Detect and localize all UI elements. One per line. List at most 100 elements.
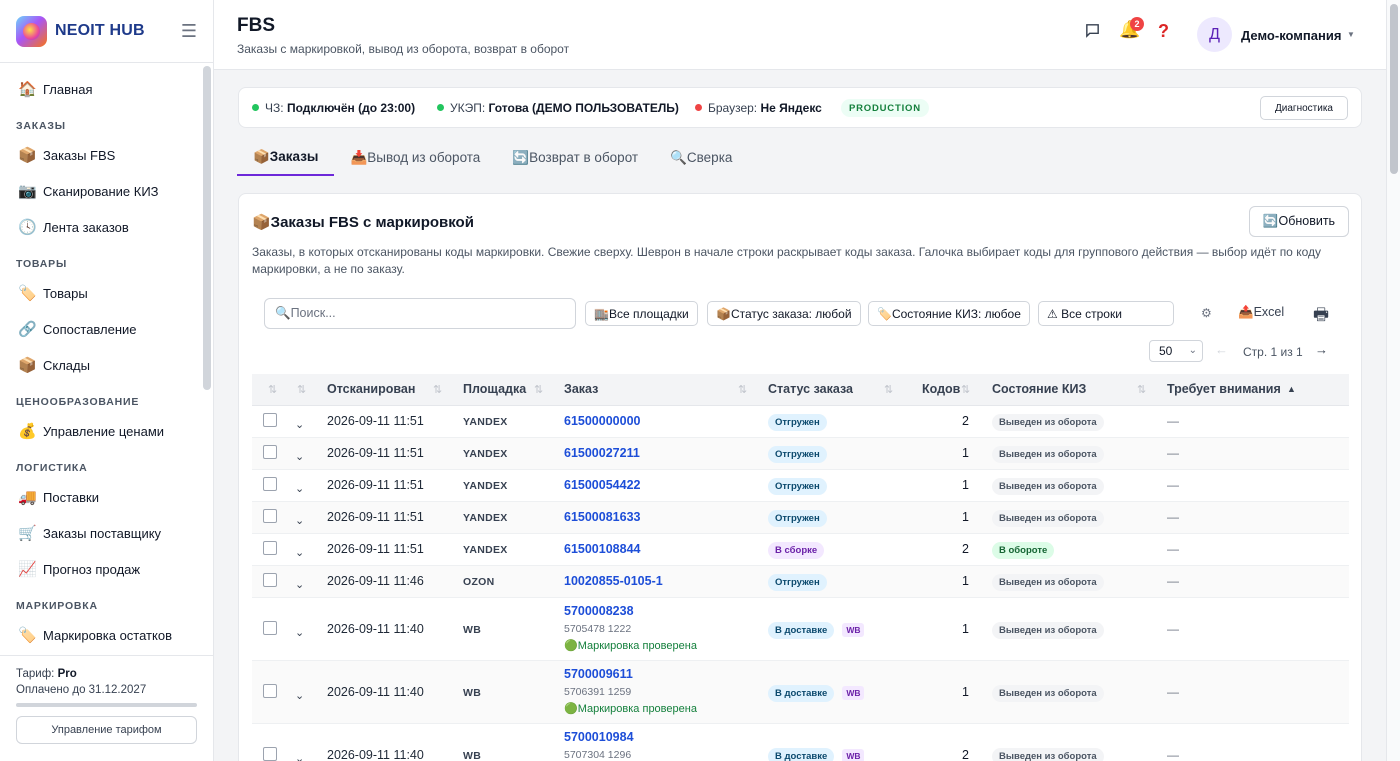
sidebar-item[interactable]: 📦 Склады: [0, 347, 200, 383]
sort-icon[interactable]: ⇅: [297, 383, 306, 396]
order-status: В сборке: [768, 541, 825, 559]
kiz-badge: В обороте: [992, 542, 1055, 559]
table-row[interactable]: ⌄ 2026-09-11 11:46 OZON 10020855-0105-1 Отгр…: [252, 566, 1349, 598]
sort-icon[interactable]: ⇅: [268, 383, 277, 396]
sort-icon[interactable]: ⇅: [1137, 383, 1146, 396]
sidebar-scrollbar[interactable]: [203, 66, 211, 390]
col-attention[interactable]: Требует внимания: [1167, 382, 1281, 396]
col-scanned[interactable]: Отсканирован: [327, 382, 415, 396]
tab[interactable]: 🔍Сверка: [654, 140, 748, 176]
sort-icon[interactable]: ⇅: [433, 383, 442, 396]
chevron-down-icon[interactable]: ⌄: [295, 546, 304, 559]
sidebar-item[interactable]: 🏷️ Маркировка остатков: [0, 617, 200, 653]
row-checkbox[interactable]: [263, 621, 277, 635]
chevron-down-icon[interactable]: ⌄: [295, 450, 304, 463]
next-page-icon[interactable]: →: [1315, 342, 1328, 357]
platform-tag: WB: [842, 686, 865, 700]
tab[interactable]: 📦Заказы: [237, 140, 335, 176]
page-scrollbar-thumb[interactable]: [1390, 4, 1398, 174]
row-checkbox[interactable]: [263, 541, 277, 555]
table-row[interactable]: ⌄ 2026-09-11 11:40 WB 5700008238 5705478 122…: [252, 598, 1349, 661]
brand: NEOIT HUB ☰: [0, 0, 213, 63]
col-kiz-state[interactable]: Состояние КИЗ: [992, 382, 1086, 396]
refresh-button[interactable]: 🔄Обновить: [1249, 206, 1349, 237]
chevron-down-icon[interactable]: ⌄: [295, 626, 304, 639]
order-link[interactable]: 61500108844: [564, 542, 640, 556]
order-link[interactable]: 10020855-0105-1: [564, 574, 663, 588]
sidebar-item[interactable]: 🚚 Поставки: [0, 479, 200, 515]
col-platform[interactable]: Площадка: [463, 382, 526, 396]
col-order[interactable]: Заказ: [564, 382, 598, 396]
tab[interactable]: 🔄Возврат в оборот: [496, 140, 654, 176]
col-order-status[interactable]: Статус заказа: [768, 382, 853, 396]
platform-filter[interactable]: 🏬Все площадки: [585, 301, 698, 326]
order-link[interactable]: 5700008238: [564, 604, 634, 618]
sort-icon[interactable]: ⇅: [961, 383, 970, 396]
order-link[interactable]: 61500027211: [564, 446, 640, 460]
chevron-down-icon[interactable]: ⌄: [295, 514, 304, 527]
sidebar-item[interactable]: 📈 Прогноз продаж: [0, 551, 200, 587]
manage-tariff-button[interactable]: Управление тарифом: [16, 716, 197, 744]
sidebar-item[interactable]: 🏷️ Товары: [0, 275, 200, 311]
excel-export-button[interactable]: 📤Excel: [1238, 305, 1284, 320]
sidebar-item[interactable]: 🛒 Заказы поставщику: [0, 515, 200, 551]
row-checkbox[interactable]: [263, 413, 277, 427]
help-icon[interactable]: ?: [1158, 21, 1169, 42]
row-checkbox[interactable]: [263, 477, 277, 491]
table-row[interactable]: ⌄ 2026-09-11 11:51 YANDEX 61500108844 В сбор…: [252, 534, 1349, 566]
chevron-down-icon[interactable]: ⌄: [295, 482, 304, 495]
rows-filter[interactable]: ⚠ Все строки: [1038, 301, 1174, 326]
table-row[interactable]: ⌄ 2026-09-11 11:40 WB 5700009611 5706391 125…: [252, 661, 1349, 724]
order-status-filter[interactable]: 📦Статус заказа: любой: [707, 301, 861, 326]
tab[interactable]: 📥Вывод из оборота: [334, 140, 496, 176]
sort-icon[interactable]: ⇅: [534, 383, 543, 396]
chevron-down-icon[interactable]: ⌄: [295, 578, 304, 591]
row-checkbox[interactable]: [263, 445, 277, 459]
order-link[interactable]: 61500081633: [564, 510, 640, 524]
kiz-state-filter[interactable]: 🏷️Состояние КИЗ: любое: [868, 301, 1030, 326]
sidebar-item[interactable]: 🏠 Главная: [0, 71, 200, 107]
table-row[interactable]: ⌄ 2026-09-11 11:51 YANDEX 61500054422 Отгруж…: [252, 470, 1349, 502]
diagnostics-button[interactable]: Диагностика: [1260, 96, 1348, 120]
avatar[interactable]: Д: [1197, 17, 1232, 52]
table-row[interactable]: ⌄ 2026-09-11 11:40 WB 5700010984 5707304 129…: [252, 724, 1349, 761]
sidebar-item[interactable]: 🔗 Сопоставление: [0, 311, 200, 347]
chevron-down-icon: ⌄: [1188, 345, 1197, 356]
row-checkbox[interactable]: [263, 509, 277, 523]
menu-toggle-icon[interactable]: ☰: [181, 21, 197, 42]
search-input[interactable]: 🔍Поиск...: [264, 298, 576, 329]
sidebar-item[interactable]: 💰 Управление ценами: [0, 413, 200, 449]
row-checkbox[interactable]: [263, 573, 277, 587]
chevron-down-icon[interactable]: ⌄: [295, 752, 304, 761]
row-checkbox[interactable]: [263, 747, 277, 761]
gear-icon[interactable]: ⚙: [1201, 306, 1212, 320]
order-link[interactable]: 5700009611: [564, 667, 633, 681]
printer-icon[interactable]: 🖶: [1313, 302, 1329, 331]
sidebar-item[interactable]: 📦 Заказы FBS: [0, 137, 200, 173]
prev-page-icon[interactable]: ←: [1215, 342, 1228, 357]
page-scrollbar[interactable]: [1386, 0, 1400, 761]
company-name[interactable]: Демо-компания: [1241, 28, 1341, 43]
page-size-select[interactable]: 50 ⌄: [1149, 340, 1203, 362]
order-link[interactable]: 61500054422: [564, 478, 640, 492]
sidebar-item[interactable]: 📷 Сканирование КИЗ: [0, 173, 200, 209]
col-codes[interactable]: Кодов: [922, 382, 960, 396]
table-row[interactable]: ⌄ 2026-09-11 11:51 YANDEX 61500027211 Отгруж…: [252, 438, 1349, 470]
order-link[interactable]: 61500000000: [564, 414, 640, 428]
row-checkbox[interactable]: [263, 684, 277, 698]
sidebar-item[interactable]: 🕓 Лента заказов: [0, 209, 200, 245]
chevron-down-icon[interactable]: ⌄: [295, 689, 304, 702]
order-status: Отгружен: [768, 573, 827, 591]
table-row[interactable]: ⌄ 2026-09-11 11:51 YANDEX 61500081633 Отгруж…: [252, 502, 1349, 534]
page-header: FBS Заказы с маркировкой, вывод из оборо…: [214, 0, 1386, 70]
sort-icon[interactable]: ⇅: [738, 383, 747, 396]
chevron-down-icon[interactable]: ▼: [1347, 30, 1355, 39]
chat-icon[interactable]: [1084, 22, 1101, 44]
platform: YANDEX: [463, 480, 508, 492]
table-row[interactable]: ⌄ 2026-09-11 11:51 YANDEX 61500000000 Отгруж…: [252, 406, 1349, 438]
sort-asc-icon[interactable]: ▲: [1287, 384, 1296, 394]
sort-icon[interactable]: ⇅: [884, 383, 893, 396]
kiz-state: Выведен из оборота: [992, 445, 1104, 463]
order-link[interactable]: 5700010984: [564, 730, 634, 744]
chevron-down-icon[interactable]: ⌄: [295, 418, 304, 431]
